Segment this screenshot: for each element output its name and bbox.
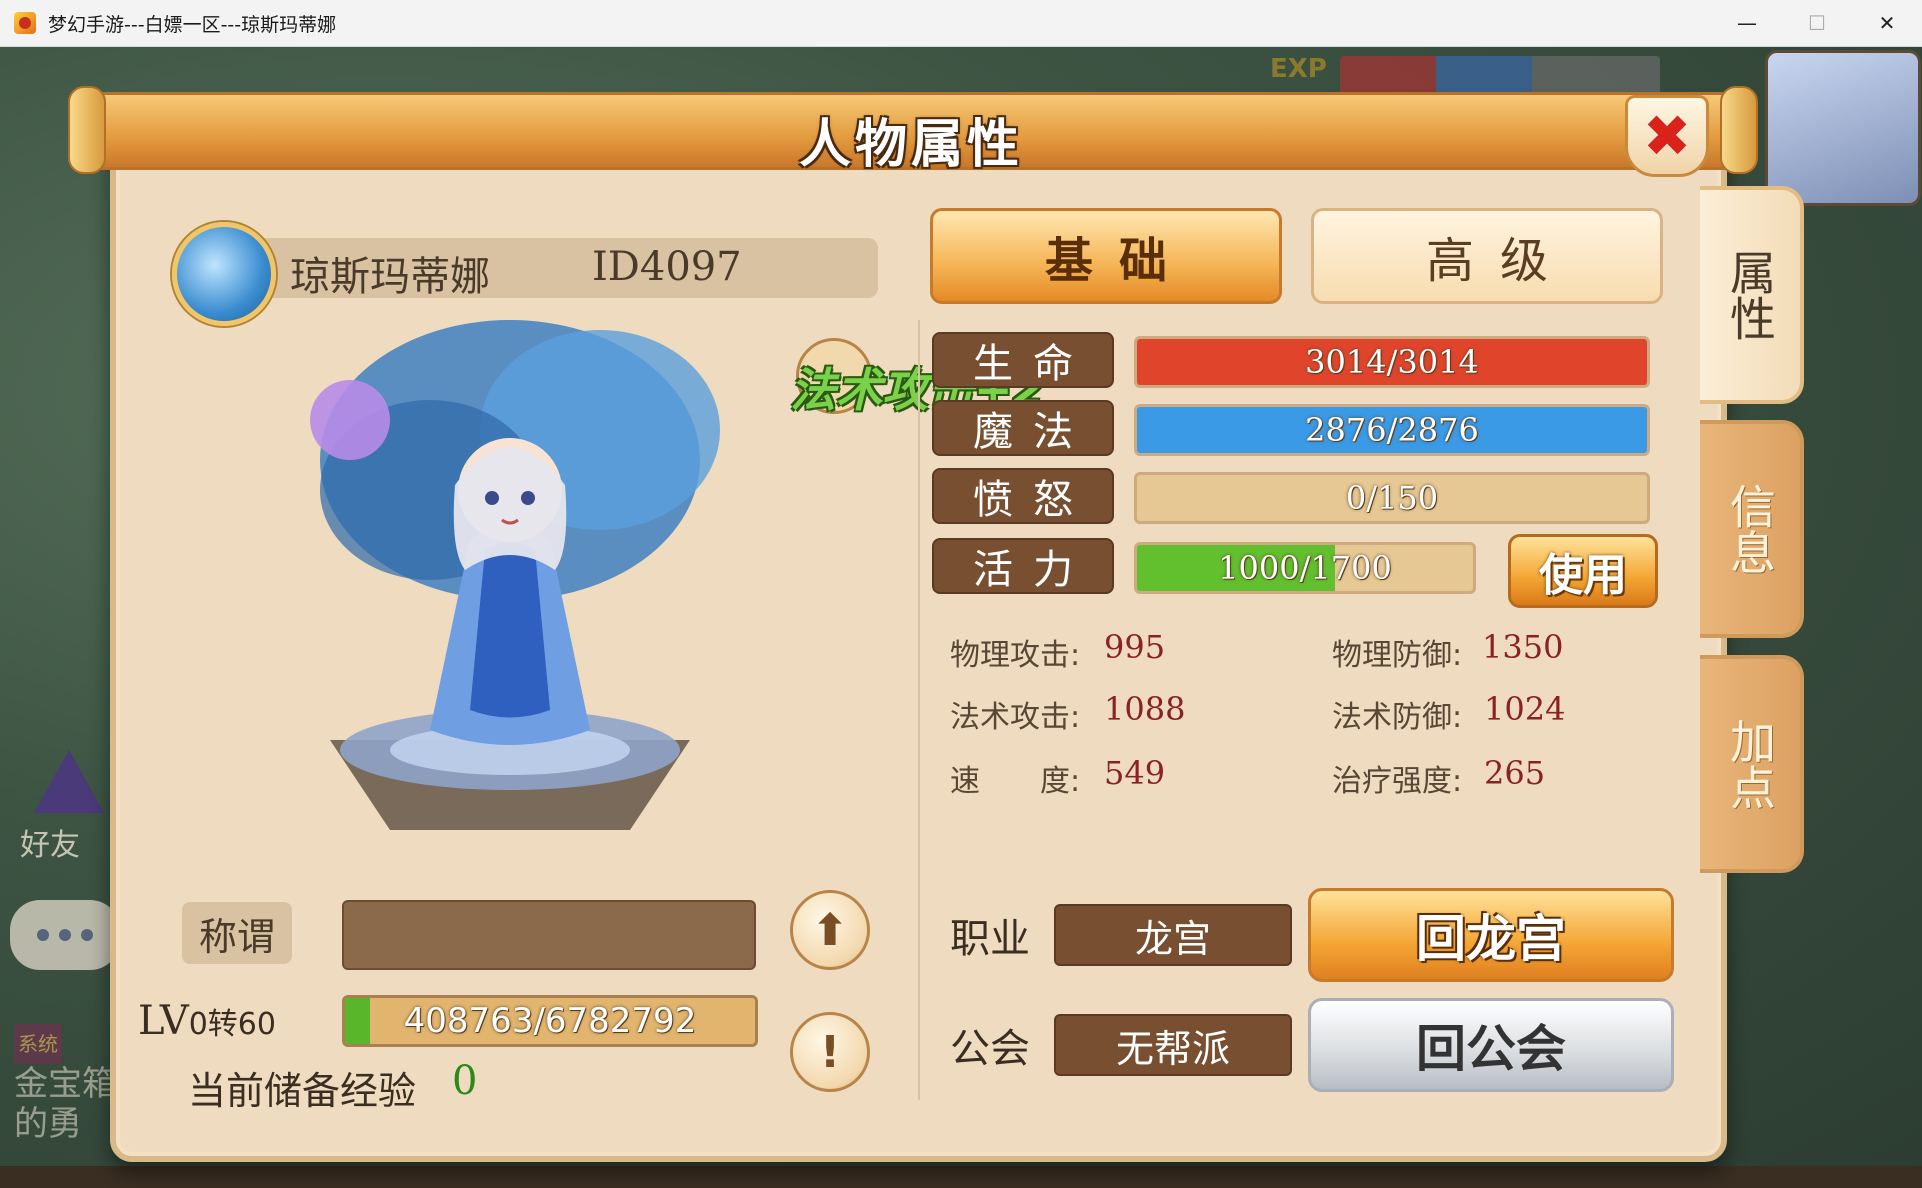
system-message-text: 金宝箱的勇 [14,1064,116,1144]
side-tab-add-points[interactable]: 加点 [1700,655,1804,873]
attr-label: 物理防御: [1332,638,1463,673]
sect-emblem-icon [172,222,276,326]
side-tab-add-points-label: 加点 [1723,718,1777,810]
side-tab-attributes[interactable]: 属性 [1700,186,1804,404]
attr-label: 物理攻击: [950,638,1081,673]
mp-bar-text: 2876/2876 [1305,411,1479,449]
system-badge: 系统 [14,1024,62,1064]
attr-label: 法术攻击: [950,700,1081,735]
anger-bar-text: 0/150 [1345,479,1439,517]
minimize-button[interactable]: — [1712,0,1782,46]
guild-label: 公会 [950,1026,1030,1072]
job-value: 龙宫 [1054,904,1292,966]
exclamation-icon: ! [819,1026,841,1078]
hp-bar-text: 3014/3014 [1305,343,1479,381]
return-to-guild-button[interactable]: 回公会 [1308,998,1674,1092]
character-name: 琼斯玛蒂娜 [290,254,490,300]
upload-arrow-icon: ⬆ [811,904,849,956]
name-bar [180,238,878,298]
attr-value: 1024 [1484,690,1566,728]
friends-button[interactable]: 好友 [20,750,120,863]
attr-value: 995 [1104,628,1166,666]
guild-value: 无帮派 [1054,1014,1292,1076]
maximize-button[interactable]: ☐ [1782,0,1852,46]
title-label: 称谓 [182,902,292,964]
attr-label: 速 度: [950,764,1081,799]
close-button[interactable]: ✖ [1625,95,1709,177]
vitality-bar-text: 1000/1700 [1218,549,1392,587]
level-label: LV0转60 [138,998,276,1044]
attr-value: 1088 [1104,690,1186,728]
attr-value: 1350 [1482,628,1564,666]
reserve-exp-label: 当前储备经验 [188,1069,417,1113]
side-tab-info-label: 信息 [1723,483,1777,575]
chat-dot-icon [59,929,71,941]
dialog-title: 人物属性 [798,115,1023,175]
panel-divider [918,320,920,1100]
exp-progress-text: 408763/6782792 [403,1001,697,1041]
exp-progress-bar: 408763/6782792 [342,995,758,1047]
level-prefix: LV [138,998,189,1044]
window-titlebar: 梦幻手游---白嫖一区---琼斯玛蒂娜 — ☐ ✕ [0,0,1922,47]
upload-button[interactable]: ⬆ [790,890,870,970]
attr-value: 549 [1104,754,1166,792]
stat-label-vitality: 活力 [932,538,1114,594]
job-label: 职业 [950,916,1030,962]
return-to-sect-button[interactable]: 回龙宫 [1308,888,1674,982]
stat-label-mp: 魔法 [932,400,1114,456]
chat-bubble-button[interactable] [10,900,120,970]
attr-value: 265 [1484,754,1546,792]
info-button[interactable]: ! [790,1012,870,1092]
window-title: 梦幻手游---白嫖一区---琼斯玛蒂娜 [48,13,337,36]
app-icon [14,12,36,34]
level-value: 0转60 [188,1007,276,1042]
hud-status-bars [1340,56,1660,96]
chat-dot-icon [37,929,49,941]
reserve-exp-value: 0 [452,1058,478,1104]
side-tab-info[interactable]: 信息 [1700,420,1804,638]
mp-bar: 2876/2876 [1134,404,1650,456]
window-close-button[interactable]: ✕ [1852,0,1922,46]
anger-bar: 0/150 [1134,472,1650,524]
friends-label: 好友 [20,828,80,863]
tab-basic[interactable]: 基础 [930,208,1282,304]
attr-label: 治疗强度: [1332,764,1463,799]
chat-dot-icon [81,929,93,941]
window-controls: — ☐ ✕ [1712,0,1922,46]
stat-label-hp: 生命 [932,332,1114,388]
attr-label: 法术防御: [1332,700,1463,735]
character-portrait [310,320,720,830]
hp-bar: 3014/3014 [1134,336,1650,388]
wizard-hat-icon [34,750,104,813]
background-bottom-bar [0,1166,1922,1188]
tab-advanced[interactable]: 高级 [1311,208,1663,304]
exp-icon: EXP [1270,54,1327,84]
side-tab-attributes-label: 属性 [1723,249,1777,341]
system-message: 系统 金宝箱的勇 [14,1020,124,1144]
character-id: ID4097 [592,244,742,290]
stat-label-anger: 愤怒 [932,468,1114,524]
use-vitality-button[interactable]: 使用 [1508,534,1658,608]
title-value[interactable] [342,900,756,970]
vitality-bar: 1000/1700 [1134,542,1476,594]
